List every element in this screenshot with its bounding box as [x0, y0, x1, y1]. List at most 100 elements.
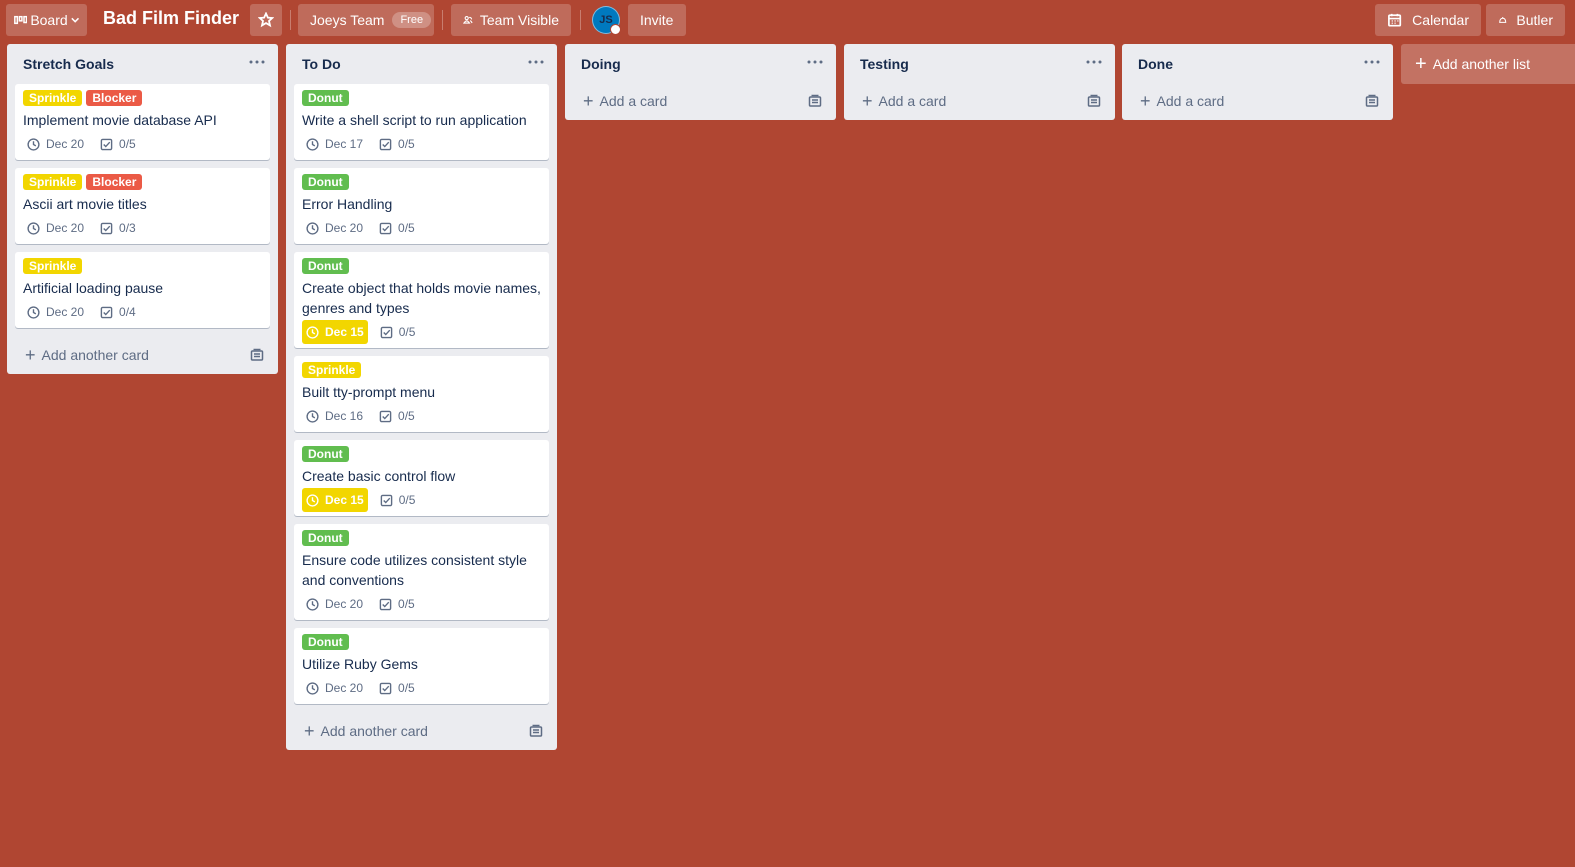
plan-badge: Free [392, 12, 432, 28]
team-button[interactable]: Joeys Team Free [298, 4, 434, 36]
card[interactable]: Donut Error Handling Dec 20 0/5 [294, 168, 549, 244]
card-template-icon[interactable] [250, 348, 264, 365]
butler-bell-icon [1499, 17, 1507, 23]
card-badges: Dec 20 0/5 [302, 592, 541, 616]
card-label[interactable]: Donut [302, 634, 349, 650]
checklist-count: 0/5 [398, 409, 415, 423]
card-title: Ascii art movie titles [23, 196, 147, 212]
star-button[interactable] [250, 4, 282, 36]
card-title: Artificial loading pause [23, 280, 164, 296]
list-menu-icon[interactable] [1083, 54, 1105, 70]
card[interactable]: Sprinkle Blocker Ascii art movie titles … [15, 168, 270, 244]
checklist-badge: 0/5 [375, 132, 419, 156]
visibility-button[interactable]: Team Visible [451, 4, 571, 36]
add-card-button[interactable]: + Add another card [286, 712, 557, 750]
checklist-icon [379, 222, 392, 234]
due-date-badge[interactable]: Dec 20 [23, 300, 88, 324]
list-title[interactable]: Doing [581, 56, 621, 72]
due-date-badge[interactable]: Dec 20 [23, 132, 88, 156]
card[interactable]: Donut Create object that holds movie nam… [294, 252, 549, 348]
checklist-icon [380, 326, 393, 338]
add-card-button[interactable]: + Add another card [7, 336, 278, 374]
checklist-icon [379, 138, 392, 150]
due-date-badge[interactable]: Dec 20 [302, 592, 367, 616]
card-label[interactable]: Donut [302, 174, 349, 190]
list-stretch-goals: Stretch Goals Sprinkle Blocker Implement… [7, 44, 278, 374]
due-date-text: Dec 15 [325, 325, 364, 339]
card-label[interactable]: Sprinkle [302, 362, 362, 378]
card-label[interactable]: Blocker [86, 174, 143, 190]
card-template-icon[interactable] [808, 94, 822, 111]
due-date-badge-due-soon[interactable]: Dec 15 [302, 488, 368, 512]
clock-icon [27, 305, 40, 319]
due-date-badge[interactable]: Dec 20 [302, 676, 367, 700]
add-list-button[interactable]: + Add another list [1401, 44, 1575, 84]
due-date-badge[interactable]: Dec 17 [302, 132, 367, 156]
list-menu-icon[interactable] [246, 54, 268, 70]
add-card-label: Add another card [41, 347, 149, 363]
list-title[interactable]: Done [1138, 56, 1173, 72]
list-menu-icon[interactable] [804, 54, 826, 70]
due-date-badge[interactable]: Dec 20 [302, 216, 367, 240]
card-badges: Dec 16 0/5 [302, 404, 541, 428]
team-visibility-icon [463, 16, 473, 24]
list-title[interactable]: To Do [302, 56, 341, 72]
card-template-icon[interactable] [1365, 94, 1379, 111]
checklist-count: 0/4 [119, 305, 136, 319]
card[interactable]: Donut Ensure code utilizes consistent st… [294, 524, 549, 620]
card-title: Write a shell script to run application [302, 112, 527, 128]
member-avatar[interactable]: JS [592, 6, 621, 35]
calendar-button[interactable]: Calendar [1375, 4, 1481, 36]
card-template-icon[interactable] [1087, 94, 1101, 111]
list-menu-icon[interactable] [525, 54, 547, 70]
card-label[interactable]: Donut [302, 258, 349, 274]
clock-icon [306, 681, 319, 695]
card-template-icon[interactable] [529, 724, 543, 741]
card[interactable]: Sprinkle Built tty-prompt menu Dec 16 0/… [294, 356, 549, 432]
add-card-label: Add a card [1156, 93, 1225, 109]
due-date-text: Dec 17 [325, 137, 364, 151]
card[interactable]: Donut Write a shell script to run applic… [294, 84, 549, 160]
add-card-button[interactable]: + Add a card [565, 82, 836, 120]
card[interactable]: Sprinkle Artificial loading pause Dec 20… [15, 252, 270, 328]
due-date-badge-due-soon[interactable]: Dec 15 [302, 320, 368, 344]
add-card-button[interactable]: + Add a card [844, 82, 1115, 120]
checklist-badge: 0/5 [375, 216, 419, 240]
due-date-badge[interactable]: Dec 16 [302, 404, 367, 428]
checklist-count: 0/5 [398, 325, 416, 339]
card[interactable]: Sprinkle Blocker Implement movie databas… [15, 84, 270, 160]
card-label[interactable]: Donut [302, 530, 349, 546]
card[interactable]: Donut Create basic control flow Dec 15 0… [294, 440, 549, 516]
list-header: Testing [844, 44, 1115, 82]
header-divider [290, 10, 291, 30]
add-card-button[interactable]: + Add a card [1122, 82, 1393, 120]
card-label[interactable]: Donut [302, 90, 349, 106]
invite-button[interactable]: Invite [628, 4, 686, 36]
card-badges: Dec 20 0/4 [23, 300, 262, 324]
due-date-badge[interactable]: Dec 20 [23, 216, 88, 240]
checklist-icon [380, 494, 393, 506]
card-label[interactable]: Blocker [86, 90, 143, 106]
card[interactable]: Donut Utilize Ruby Gems Dec 20 0/5 [294, 628, 549, 704]
calendar-label: Calendar [1412, 12, 1469, 28]
list-title[interactable]: Testing [860, 56, 909, 72]
card-labels: Sprinkle Blocker [23, 174, 262, 190]
list-testing: Testing + Add a card [844, 44, 1115, 120]
checklist-icon [379, 410, 392, 422]
card-label[interactable]: Sprinkle [23, 90, 83, 106]
clock-icon [306, 221, 319, 235]
list-menu-icon[interactable] [1361, 54, 1383, 70]
board-title[interactable]: Bad Film Finder [103, 8, 239, 29]
list-title[interactable]: Stretch Goals [23, 56, 114, 72]
card-labels: Sprinkle [23, 258, 262, 274]
list-done: Done + Add a card [1122, 44, 1393, 120]
card-label[interactable]: Sprinkle [23, 258, 83, 274]
due-date-text: Dec 20 [325, 597, 364, 611]
board-switcher-button[interactable]: Board [6, 4, 87, 36]
card-badges: Dec 20 0/5 [23, 132, 262, 156]
list-header: Stretch Goals [7, 44, 278, 82]
clock-icon [306, 597, 319, 611]
card-label[interactable]: Sprinkle [23, 174, 83, 190]
butler-button[interactable]: Butler [1486, 4, 1565, 36]
card-label[interactable]: Donut [302, 446, 349, 462]
